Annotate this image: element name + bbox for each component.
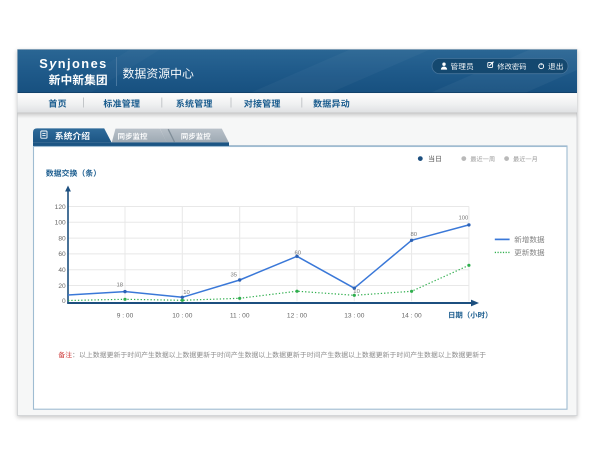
svg-text:9 : 00: 9 : 00 [117, 313, 134, 320]
svg-text:14 : 00: 14 : 00 [402, 313, 422, 320]
svg-text:10: 10 [353, 289, 360, 295]
svg-text:40: 40 [58, 267, 66, 274]
svg-text:60: 60 [58, 251, 66, 258]
svg-text:10 : 00: 10 : 00 [172, 313, 192, 320]
svg-text:80: 80 [58, 235, 66, 242]
svg-text:13 : 00: 13 : 00 [344, 313, 364, 320]
svg-text:Synjones: Synjones [39, 56, 108, 71]
svg-text:100: 100 [459, 216, 470, 222]
svg-text:12 : 00: 12 : 00 [287, 313, 307, 320]
svg-text:18: 18 [117, 283, 124, 289]
svg-text:35: 35 [231, 273, 238, 279]
svg-text:80: 80 [411, 232, 418, 238]
svg-text:0: 0 [62, 298, 66, 305]
svg-text:60: 60 [295, 250, 302, 256]
svg-text:20: 20 [58, 283, 66, 290]
svg-text:11 : 00: 11 : 00 [230, 313, 250, 320]
svg-text:120: 120 [55, 204, 66, 211]
svg-text:100: 100 [55, 220, 66, 227]
svg-text:10: 10 [183, 290, 190, 296]
